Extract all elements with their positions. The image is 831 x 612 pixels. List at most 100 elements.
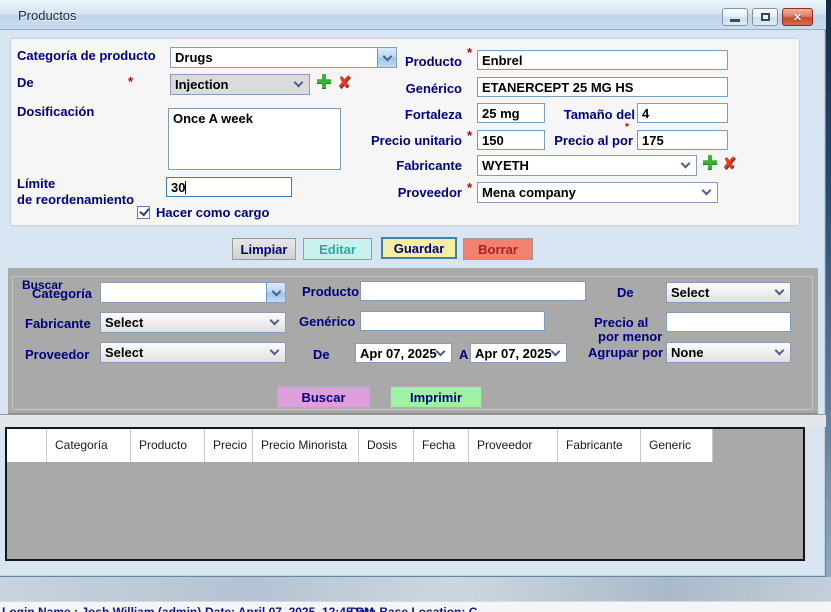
close-button[interactable]: ✕ [782,8,813,26]
category-value: Drugs [175,50,213,65]
desktop-background-right [826,0,831,577]
add-manufacturer-icon[interactable]: ✚ [702,152,718,174]
window-title: Productos [18,8,77,23]
pack-size-label: Tamaño del [545,107,635,122]
dosage-textarea[interactable]: Once A week [168,108,341,170]
search-category-combobox[interactable] [100,282,286,303]
charge-checkbox-label: Hacer como cargo [156,205,269,220]
title-bar: Productos ✕ [0,0,826,30]
manufacturer-combobox[interactable]: WYETH [477,155,697,176]
generic-label: Genérico [362,81,462,96]
app-status-bar: Login Name : Josh William (admin) Date: … [0,601,831,612]
search-date-from-label: De [313,347,330,362]
clear-button[interactable]: Limpiar [232,238,296,260]
search-manufacturer-combobox[interactable]: Select [100,312,286,333]
type-value: Injection [175,77,228,92]
column-header-8[interactable]: Fabricante [558,429,641,462]
search-generic-input[interactable] [360,311,545,331]
save-button[interactable]: Guardar [381,237,457,259]
category-label: Categoría de producto [17,48,156,63]
maximize-button[interactable] [752,8,778,26]
chevron-down-icon [436,346,446,356]
delete-type-icon[interactable]: ✘ [337,73,351,93]
search-retail-label-line1: Precio al [594,315,648,330]
search-retail-label-line2: por menor [598,329,662,344]
status-db-location: Data Base Location: C [350,605,477,612]
column-header-2[interactable]: Producto [131,429,205,462]
supplier-label: Proveedor [362,185,462,200]
search-group-combobox[interactable]: None [666,342,791,363]
retail-price-label: Precio al por [545,133,633,148]
chevron-down-icon [702,186,712,196]
unit-price-label: Precio unitario [362,133,462,148]
close-icon: ✕ [793,11,802,24]
charge-checkbox[interactable] [137,206,150,219]
panel-gap [0,414,826,427]
supplier-required-marker: * [467,180,472,195]
column-header-5[interactable]: Dosis [359,429,414,462]
search-date-to-picker[interactable]: Apr 07, 2025 [470,343,567,363]
supplier-combobox[interactable]: Mena company [477,182,718,203]
edit-button[interactable]: Editar [303,238,372,260]
retail-price-input[interactable]: 175 [637,130,728,150]
type-combobox[interactable]: Injection [170,74,310,95]
retail-price-required-marker: * [625,122,629,133]
column-header-7[interactable]: Proveedor [469,429,558,462]
minimize-button[interactable] [722,8,748,26]
search-generic-label: Genérico [299,314,355,329]
minimize-icon [730,19,740,22]
chevron-down-icon [294,78,304,88]
maximize-icon [761,13,770,21]
unit-price-input[interactable]: 150 [477,130,545,150]
chevron-down-icon [551,346,561,356]
search-supplier-label: Proveedor [25,347,89,362]
reorder-limit-label-line1: Límite [17,176,55,191]
search-retail-input[interactable] [666,312,791,332]
chevron-down-icon [270,316,280,326]
manufacturer-value: WYETH [482,158,529,173]
type-label: De [17,75,34,90]
chevron-down-icon [775,346,785,356]
manufacturer-label: Fabricante [362,158,462,173]
search-type-label: De [617,285,634,300]
print-button[interactable]: Imprimir [390,386,482,408]
delete-button[interactable]: Borrar [463,238,533,260]
search-date-from-picker[interactable]: Apr 07, 2025 [355,343,452,363]
grid-header-row: CategoríaProductoPrecioPrecio MinoristaD… [7,429,713,462]
type-required-marker: * [128,74,133,89]
product-input[interactable]: Enbrel [477,50,728,70]
search-type-combobox[interactable]: Select [666,282,791,303]
column-header-4[interactable]: Precio Minorista [253,429,359,462]
row-selector-header[interactable] [7,429,47,462]
chevron-down-icon [270,346,280,356]
search-button[interactable]: Buscar [277,386,370,408]
generic-input[interactable]: ETANERCEPT 25 MG HS [477,77,728,97]
status-date: Date: April 07, 2025, 12:45 PM [205,605,374,612]
status-login-name: Login Name : Josh William (admin) [2,605,201,612]
column-header-1[interactable]: Categoría [47,429,131,462]
strength-label: Fortaleza [362,107,462,122]
results-grid: CategoríaProductoPrecioPrecio MinoristaD… [5,427,805,561]
chevron-down-icon[interactable] [266,283,285,302]
search-product-input[interactable] [360,281,586,301]
reorder-limit-input[interactable]: 30 [166,177,292,197]
column-header-6[interactable]: Fecha [414,429,469,462]
strength-input[interactable]: 25 mg [477,103,545,123]
search-supplier-combobox[interactable]: Select [100,342,286,363]
column-header-3[interactable]: Precio [205,429,253,462]
pack-size-input[interactable]: 4 [637,103,728,123]
search-manufacturer-label: Fabricante [25,316,91,331]
column-header-9[interactable]: Generic [641,429,713,462]
dosage-label: Dosificación [17,104,94,119]
delete-manufacturer-icon[interactable]: ✘ [722,154,736,174]
chevron-down-icon [775,286,785,296]
search-product-label: Producto [302,284,359,299]
search-category-label: Categoría [32,286,92,301]
supplier-value: Mena company [482,185,576,200]
product-label: Producto [362,54,462,69]
product-required-marker: * [467,45,472,60]
search-group-label: Agrupar por [588,345,663,360]
add-type-icon[interactable]: ✚ [316,71,332,93]
reorder-limit-label-line2: de reordenamiento [17,192,134,207]
unit-price-required-marker: * [467,128,472,143]
